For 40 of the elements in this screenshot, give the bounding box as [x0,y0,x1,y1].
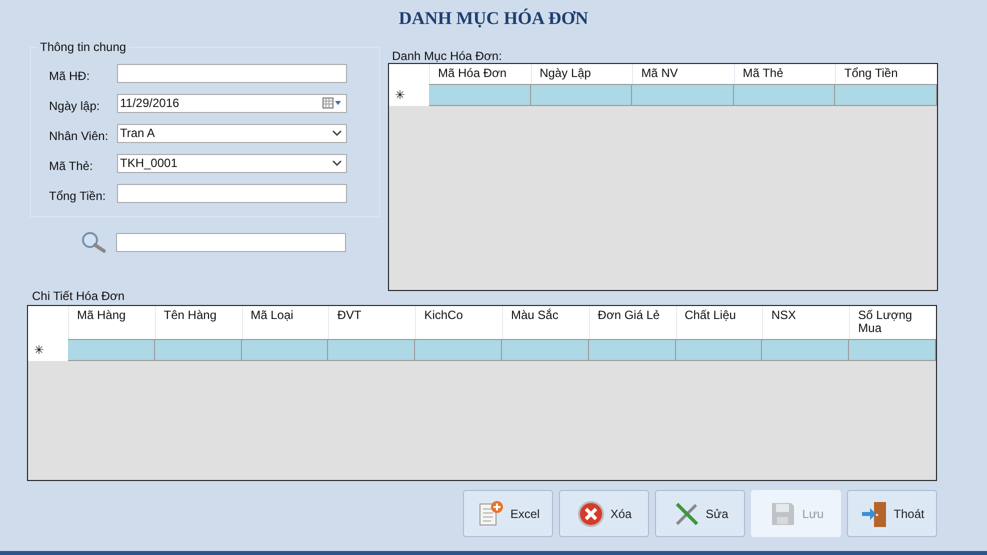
search-field[interactable] [116,232,346,252]
table-cell[interactable] [676,339,762,361]
table-cell[interactable] [415,339,502,361]
delete-icon [576,498,606,528]
table-cell[interactable] [328,339,416,361]
table-cell[interactable] [68,339,155,361]
table-cell[interactable] [154,339,242,361]
form-title: DANH MỤC HÓA ĐƠN [398,8,590,30]
delete-button[interactable]: Xóa [559,490,649,537]
field-label: Mã Thẻ: [49,158,94,173]
calendar-icon[interactable] [322,97,342,109]
group-title: Thông tin chung [39,40,128,54]
table-cell[interactable] [734,84,836,106]
field-label: Ngày lập: [49,98,101,113]
grid-title: Danh Mục Hóa Đơn: [391,49,503,63]
field-label: Tổng Tiền: [49,188,107,203]
grid-title: Chi Tiết Hóa Đơn [31,289,126,305]
table-cell[interactable] [588,339,676,361]
combo-box[interactable]: Tran A [117,124,347,142]
excel-button[interactable]: Excel [463,490,553,537]
table-cell[interactable] [762,339,850,361]
field-label: Nhân Viên: [49,128,110,143]
combo-box[interactable]: TKH_0001 [117,154,347,172]
exit-button[interactable]: Thoát [847,490,937,537]
field-label: Mã HĐ: [49,68,91,83]
edit-button[interactable]: Sửa [655,490,745,537]
table-cell[interactable] [835,84,937,106]
data-grid[interactable]: Mã Hóa Đơn Ngày Lập Mã NV Mã Thẻ Tổng Tiền ✳ [388,63,938,291]
table-cell[interactable] [632,84,734,106]
data-grid[interactable]: Mã Hàng Tên Hàng Mã Loại ĐVT KichCo Màu Sắc Đơn Giá Lẻ Chất Liệu NSX Số Lượng Mua ✳ [27,305,937,481]
date-picker[interactable]: 11/29/2016 [117,94,347,112]
table-cell[interactable] [429,84,531,106]
table-cell[interactable] [502,339,589,361]
table-cell[interactable] [242,339,328,361]
table-cell[interactable] [530,84,632,106]
table-cell[interactable] [849,339,936,361]
input-field[interactable] [117,184,347,202]
new-row-marker: ✳ [28,339,68,361]
new-row-marker: ✳ [389,84,429,106]
input-field[interactable] [117,64,347,82]
